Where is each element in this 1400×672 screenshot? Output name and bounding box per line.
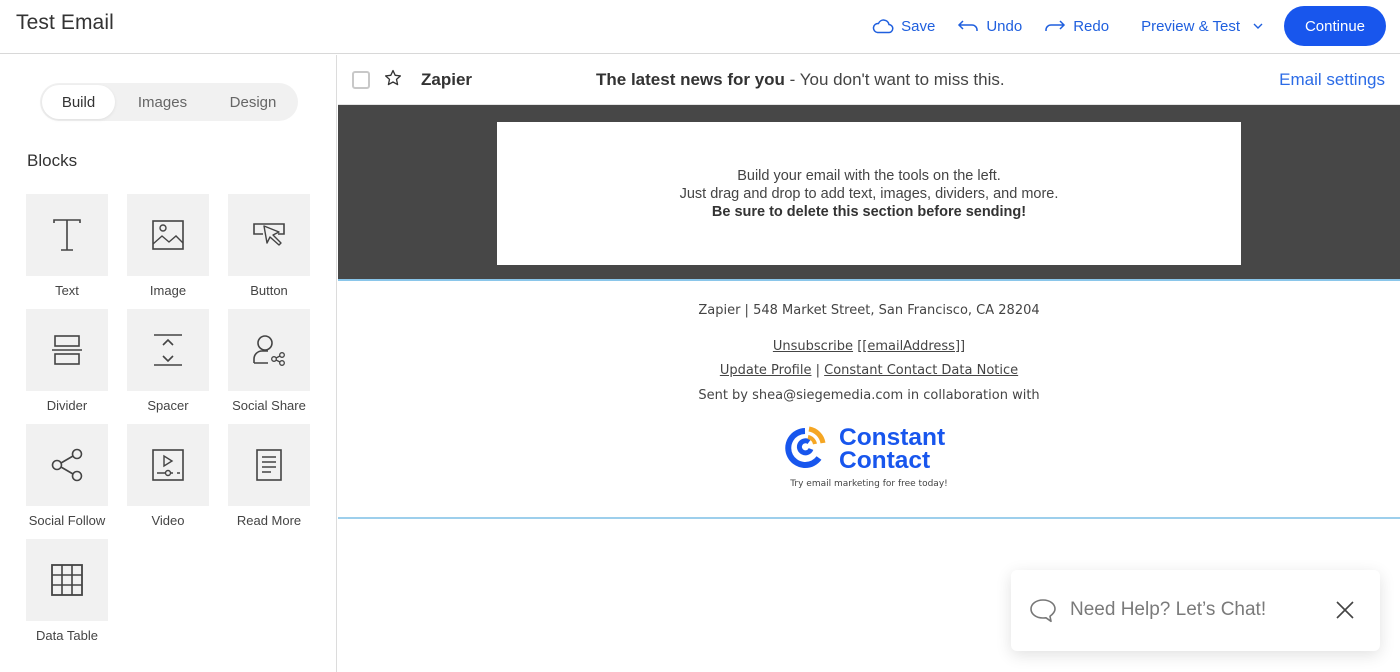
close-icon[interactable] (1335, 600, 1355, 620)
logo-line-2: Contact (839, 447, 931, 474)
constant-contact-logo-icon (785, 426, 826, 468)
block-label: Social Follow (28, 513, 106, 528)
update-profile-link[interactable]: Update Profile (720, 363, 812, 378)
sender-name: Zapier (421, 70, 473, 89)
select-checkbox[interactable] (352, 71, 370, 89)
block-social-follow[interactable]: Social Follow (26, 424, 108, 528)
continue-button[interactable]: Continue (1284, 6, 1386, 46)
tab-design[interactable]: Design (210, 85, 296, 119)
undo-label: Undo (986, 17, 1023, 35)
video-icon (152, 449, 184, 481)
logo-tagline[interactable]: Try email marketing for free today! (338, 479, 1400, 489)
block-tile[interactable] (26, 309, 108, 391)
block-read-more[interactable]: Read More (228, 424, 310, 528)
block-label: Data Table (36, 628, 98, 643)
image-icon (152, 220, 184, 250)
block-tile[interactable] (228, 309, 310, 391)
block-label: Button (250, 283, 288, 298)
constant-contact-wordmark[interactable]: Constant Contact (839, 424, 946, 474)
unsubscribe-line: Unsubscribe [[emailAddress]] (338, 339, 1400, 354)
tab-images[interactable]: Images (115, 85, 210, 119)
block-tile[interactable] (127, 424, 209, 506)
email-settings-link[interactable]: Email settings (1279, 70, 1385, 90)
header-section[interactable]: Build your email with the tools on the l… (338, 105, 1400, 281)
blocks-heading: Blocks (27, 151, 78, 170)
email-footer[interactable]: Zapier | 548 Market Street, San Francisc… (338, 283, 1400, 518)
text-icon (53, 219, 81, 251)
unsubscribe-link[interactable]: Unsubscribe (773, 339, 853, 354)
button-cursor-icon (253, 223, 285, 246)
email-address-token[interactable]: [[emailAddress]] (857, 339, 965, 354)
save-button[interactable]: Save (872, 18, 935, 35)
redo-arrow-icon (1045, 20, 1066, 31)
block-button[interactable]: Button (228, 194, 310, 298)
block-label: Read More (236, 513, 302, 528)
email-title[interactable]: Test Email (16, 11, 114, 35)
preview-label: Preview & Test (1141, 17, 1240, 35)
toolbar-actions: Save Undo Redo Preview & Test Continue (872, 6, 1386, 46)
block-label: Divider (46, 398, 88, 413)
instruction-block[interactable]: Build your email with the tools on the l… (497, 122, 1241, 265)
tab-build[interactable]: Build (42, 85, 115, 119)
block-tile[interactable] (26, 424, 108, 506)
undo-button[interactable]: Undo (957, 18, 1022, 35)
block-image[interactable]: Image (127, 194, 209, 298)
section-divider (338, 517, 1400, 519)
star-icon[interactable] (384, 69, 402, 92)
block-data-table[interactable]: Data Table (26, 539, 108, 643)
subject-text: The latest news for you (596, 70, 785, 89)
block-video[interactable]: Video (127, 424, 209, 528)
block-tile[interactable] (26, 539, 108, 621)
logo-line-1: Constant (839, 424, 946, 451)
data-notice-link[interactable]: Constant Contact Data Notice (824, 363, 1018, 378)
share-nodes-icon (51, 448, 83, 482)
sidebar: Build Images Design Blocks Text Image Bu… (0, 55, 337, 672)
sent-by-text: Sent by shea@siegemedia.com in collabora… (698, 388, 1040, 403)
links-separator: | (811, 363, 825, 378)
instruction-line-1: Build your email with the tools on the l… (737, 168, 1001, 184)
cloud-icon (872, 19, 894, 34)
chat-bubble-icon (1030, 599, 1056, 623)
preview-test-dropdown[interactable]: Preview & Test (1141, 18, 1264, 35)
block-tile[interactable] (127, 309, 209, 391)
inbox-preview-row: Zapier The latest news for you - You don… (338, 55, 1400, 105)
block-label: Image (149, 283, 187, 298)
block-tile[interactable] (228, 424, 310, 506)
chat-label[interactable]: Need Help? Let’s Chat! (1070, 599, 1266, 621)
footer-links: Update Profile | Constant Contact Data N… (338, 363, 1400, 378)
block-label: Video (151, 513, 185, 528)
block-tile[interactable] (228, 194, 310, 276)
table-grid-icon (51, 564, 83, 596)
spacer-icon (154, 334, 182, 366)
subject-separator: - (784, 70, 800, 89)
block-label: Spacer (147, 398, 189, 413)
instruction-warning: Be sure to delete this section before se… (711, 204, 1027, 220)
redo-label: Redo (1073, 17, 1110, 35)
chevron-down-icon (1253, 23, 1263, 29)
block-tile[interactable] (127, 194, 209, 276)
social-share-icon (253, 335, 285, 366)
preheader-text: You don't want to miss this. (799, 70, 1005, 89)
footer-address: Zapier | 548 Market Street, San Francisc… (698, 303, 1040, 318)
block-label: Text (55, 283, 79, 298)
subject-line[interactable]: The latest news for you - You don't want… (596, 70, 1005, 90)
block-spacer[interactable]: Spacer (127, 309, 209, 413)
undo-arrow-icon (958, 20, 979, 31)
chat-widget[interactable]: Need Help? Let’s Chat! (1011, 570, 1380, 651)
instruction-line-2: Just drag and drop to add text, images, … (679, 186, 1059, 202)
document-icon (256, 449, 282, 481)
block-text[interactable]: Text (26, 194, 108, 298)
block-divider[interactable]: Divider (26, 309, 108, 413)
redo-button[interactable]: Redo (1044, 18, 1109, 35)
block-label: Social Share (232, 398, 306, 413)
block-tile[interactable] (26, 194, 108, 276)
divider-icon (52, 335, 82, 365)
top-bar: Test Email Save Undo Redo Preview & Test… (0, 0, 1400, 54)
save-label: Save (901, 17, 936, 35)
block-social-share[interactable]: Social Share (228, 309, 310, 413)
sidebar-tabs: Build Images Design (40, 83, 298, 121)
